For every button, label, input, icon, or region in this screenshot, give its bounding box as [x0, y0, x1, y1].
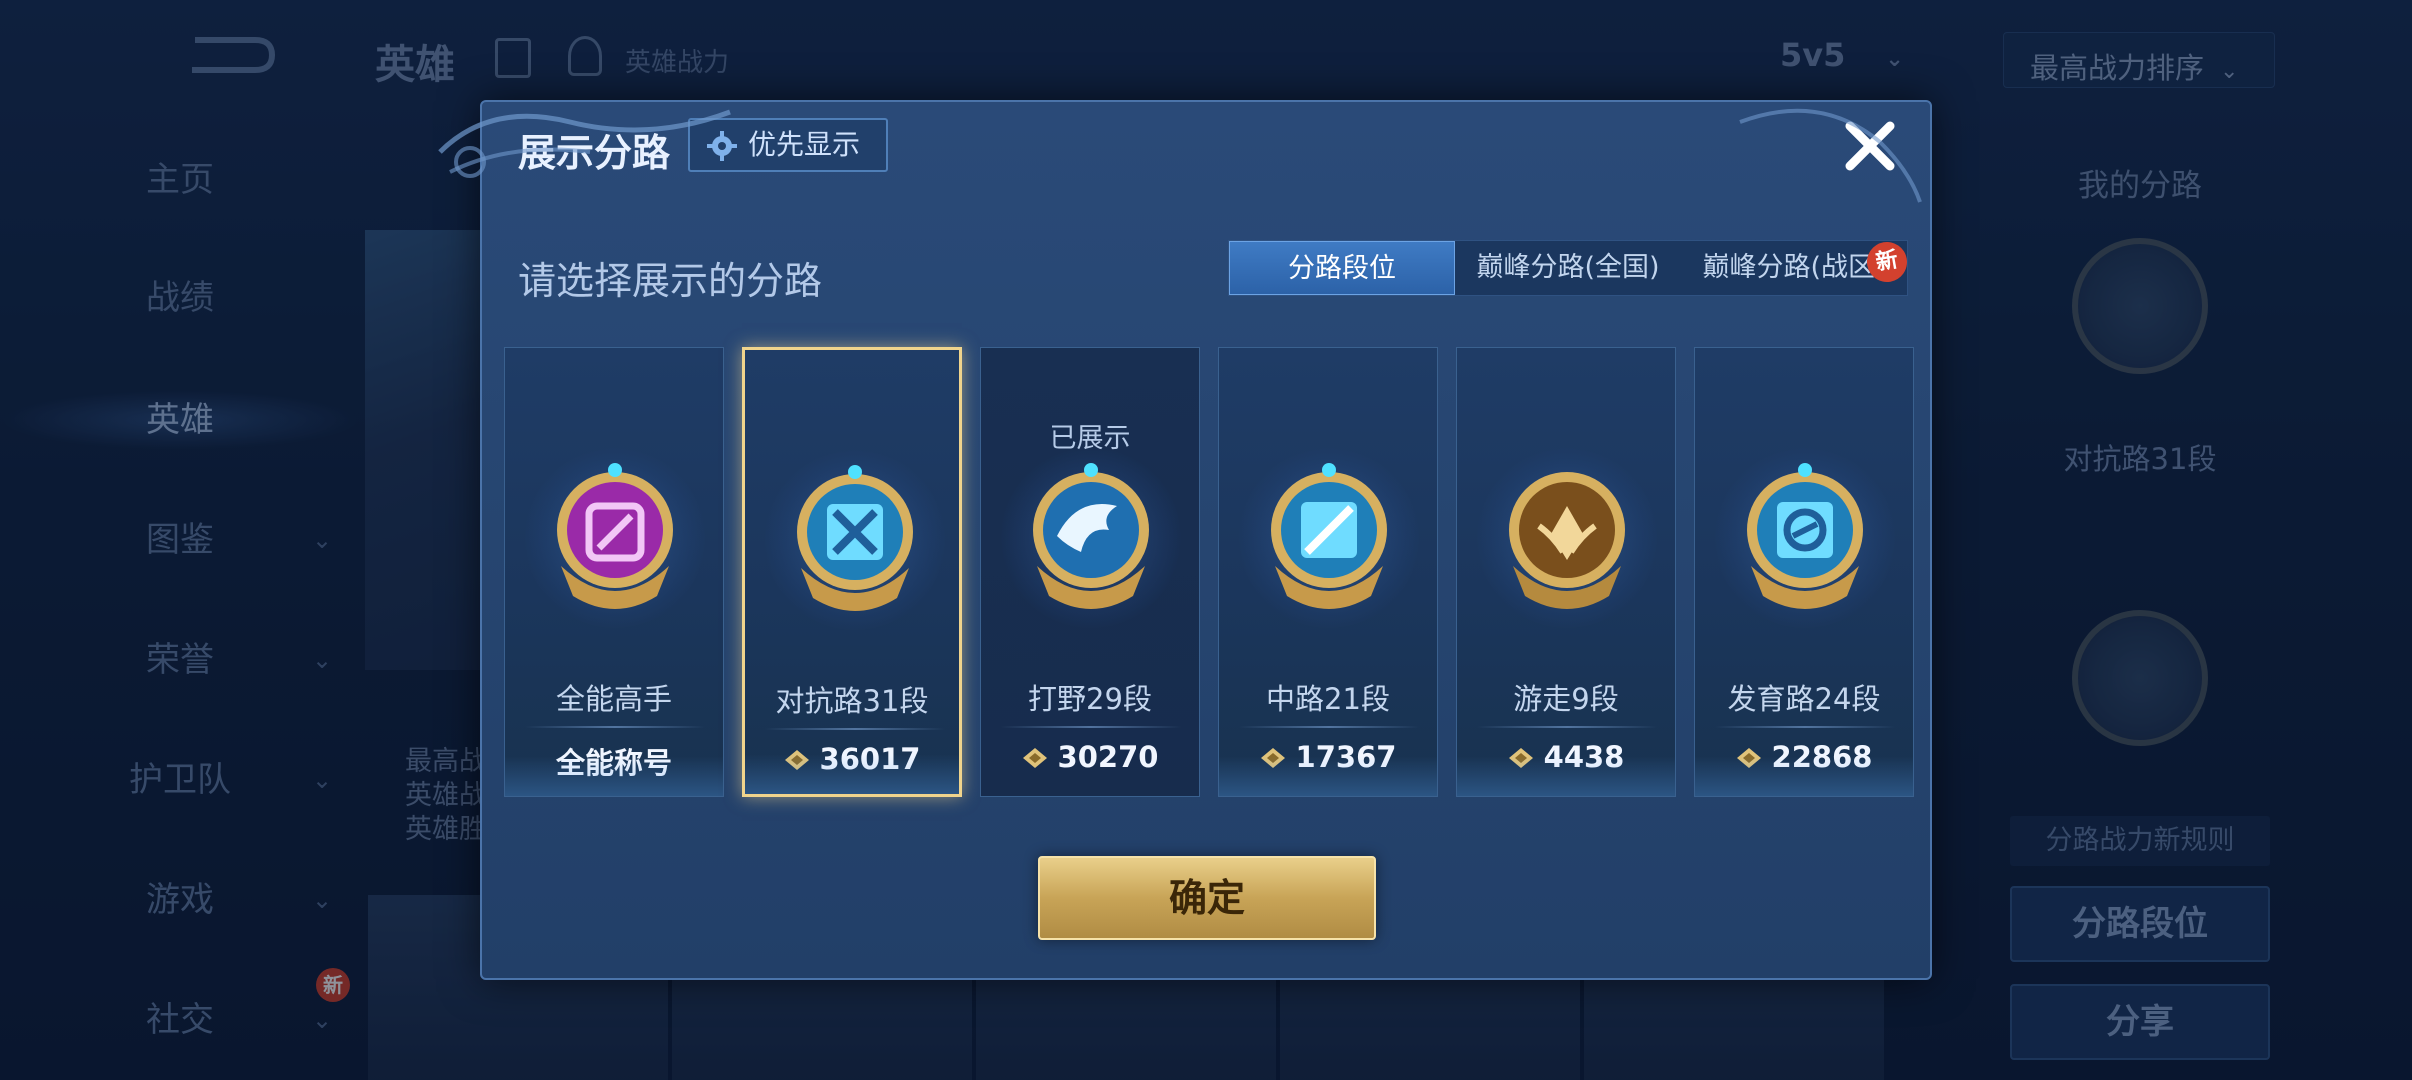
card-title: 打野29段	[1028, 682, 1152, 716]
card-title: 中路21段	[1266, 682, 1390, 716]
confirm-button[interactable]: 确定	[1038, 856, 1376, 940]
lane-card-jungle[interactable]: 已展示 打野29段 30270	[980, 347, 1200, 797]
power-icon	[1022, 748, 1047, 768]
mid-lane-emblem-icon	[1271, 463, 1387, 609]
tab-peak-national[interactable]: 巅峰分路(全国)	[1455, 241, 1681, 295]
lane-card-mid[interactable]: 中路21段 17367	[1218, 347, 1438, 797]
divider	[525, 726, 705, 728]
lane-card-clash[interactable]: 对抗路31段 36017	[742, 347, 962, 797]
lane-display-dialog: 展示分路 优先显示 请选择展示的分路 分路段位 巅峰分路(全国) 巅峰分路(战区…	[480, 100, 1932, 980]
divider	[765, 728, 945, 730]
tab-lane-rank[interactable]: 分路段位	[1229, 241, 1455, 295]
card-glow	[505, 756, 723, 796]
divider	[1477, 726, 1657, 728]
lane-card-farm[interactable]: 发育路24段 22868	[1694, 347, 1914, 797]
lane-tabs: 分路段位 巅峰分路(全国) 巅峰分路(战区)	[1228, 240, 1908, 296]
card-title: 游走9段	[1513, 682, 1619, 716]
card-title: 发育路24段	[1727, 682, 1881, 716]
lane-card-roam[interactable]: 游走9段 4438	[1456, 347, 1676, 797]
roam-emblem-icon	[1509, 472, 1625, 609]
jungle-emblem-icon	[1033, 463, 1149, 609]
card-glow	[1695, 756, 1913, 796]
dialog-subtitle: 请选择展示的分路	[518, 259, 823, 303]
allround-emblem-icon	[557, 463, 673, 609]
lane-card-allround[interactable]: 全能高手 全能称号	[504, 347, 724, 797]
divider	[1715, 726, 1895, 728]
cloud-decoration	[1739, 108, 1922, 203]
game-screen: 英雄 英雄战力 5v5 ⌄ 最高战力排序 ⌄ 主页 战绩 英雄 图鉴 ⌄ 荣誉 ⌄ 护卫…	[0, 0, 2412, 1080]
card-title: 全能高手	[555, 682, 672, 716]
card-score: 30270	[981, 740, 1199, 774]
divider	[1239, 726, 1419, 728]
cloud-decoration	[438, 109, 731, 178]
card-glow	[1457, 756, 1675, 796]
card-value: 30270	[1057, 740, 1159, 774]
clash-lane-emblem-icon	[797, 465, 913, 611]
divider	[1001, 726, 1181, 728]
farm-lane-emblem-icon	[1747, 463, 1863, 609]
card-title: 对抗路31段	[775, 684, 929, 718]
card-glow	[1219, 756, 1437, 796]
card-glow	[745, 754, 959, 794]
